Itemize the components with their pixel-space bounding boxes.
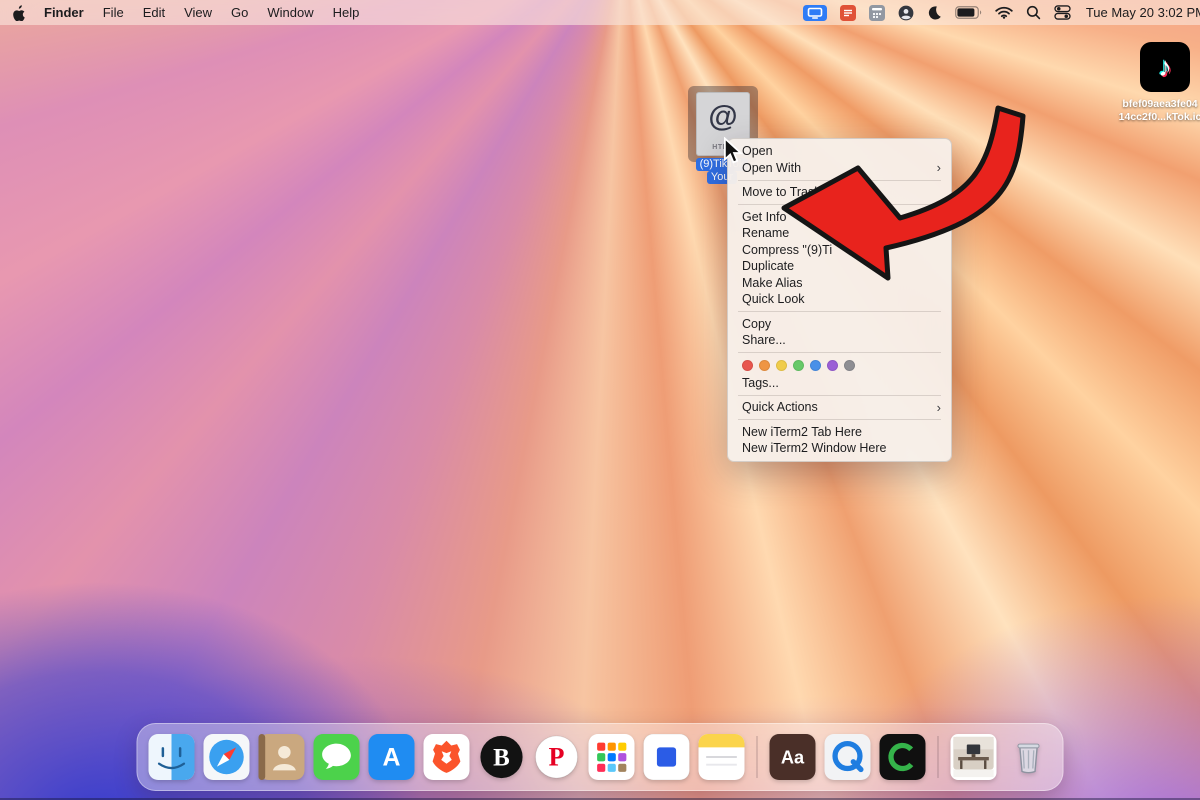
ctx-move-to-trash-label: Move to Trash — [742, 185, 821, 199]
dock-brave-icon[interactable] — [424, 734, 470, 780]
ctx-tags[interactable]: Tags... — [728, 375, 951, 392]
menu-help[interactable]: Help — [333, 5, 360, 20]
ctx-quick-look[interactable]: Quick Look — [728, 291, 951, 308]
tiktok-label-line1: bfef09aea3fe04 — [1104, 98, 1200, 111]
dock-quicktime-icon[interactable] — [825, 734, 871, 780]
account-status-icon[interactable] — [898, 5, 914, 21]
tiktok-label-line2: 14cc2f0...kTok.ic — [1104, 111, 1200, 124]
wallpaper — [0, 0, 1200, 800]
submenu-chevron-icon: › — [937, 401, 941, 414]
dock-desktop-preview-thumbnail[interactable] — [951, 734, 997, 780]
dock-contacts-icon[interactable] — [259, 734, 305, 780]
tag-color-dots — [728, 357, 951, 375]
pinterest-glyph: P — [549, 743, 565, 772]
ctx-new-iterm2-tab[interactable]: New iTerm2 Tab Here — [728, 424, 951, 441]
ctx-get-info[interactable]: Get Info — [728, 209, 951, 226]
dock-trash-icon[interactable] — [1006, 734, 1052, 780]
ctx-get-info-label: Get Info — [742, 210, 786, 224]
dock-app-store-icon[interactable]: A — [369, 734, 415, 780]
submenu-chevron-icon: › — [937, 161, 941, 174]
tag-color-dot[interactable] — [742, 360, 753, 371]
ctx-new-iterm2-window[interactable]: New iTerm2 Window Here — [728, 440, 951, 457]
ctx-quick-look-label: Quick Look — [742, 292, 805, 306]
desktop: Finder File Edit View Go Window Help — [0, 0, 1200, 800]
dock-separator — [757, 736, 758, 778]
dock: A B P Aa — [137, 723, 1064, 791]
menu-bar-status: Tue May 20 3:02 PM — [803, 5, 1200, 21]
menu-bar-left: Finder File Edit View Go Window Help — [0, 5, 359, 21]
focus-moon-icon[interactable] — [927, 5, 942, 20]
tag-color-dot[interactable] — [844, 360, 855, 371]
ctx-tags-label: Tags... — [742, 376, 779, 390]
menu-bar: Finder File Edit View Go Window Help — [0, 0, 1200, 25]
at-glyph: @ — [696, 100, 750, 134]
dock-notes-icon[interactable] — [699, 734, 745, 780]
ctx-rename-label: Rename — [742, 226, 789, 240]
tag-color-dot[interactable] — [827, 360, 838, 371]
ctx-new-iterm2-tab-label: New iTerm2 Tab Here — [742, 425, 862, 439]
menu-bar-clock[interactable]: Tue May 20 3:02 PM — [1084, 5, 1200, 20]
ctx-make-alias-label: Make Alias — [742, 276, 802, 290]
ctx-quick-actions[interactable]: Quick Actions › — [728, 399, 951, 416]
dock-safari-icon[interactable] — [204, 734, 250, 780]
ctx-share[interactable]: Share... — [728, 332, 951, 349]
dock-bing-icon[interactable]: B — [479, 734, 525, 780]
battery-icon[interactable] — [955, 6, 982, 19]
context-menu: Open Open With › Move to Trash Get Info R… — [727, 138, 952, 462]
apple-menu-icon[interactable] — [12, 5, 25, 21]
menu-file[interactable]: File — [103, 5, 124, 20]
ctx-open[interactable]: Open — [728, 143, 951, 160]
ctx-duplicate-label: Duplicate — [742, 259, 794, 273]
wifi-icon[interactable] — [995, 6, 1013, 19]
dictionary-glyph: Aa — [781, 748, 805, 768]
ctx-open-with[interactable]: Open With › — [728, 160, 951, 177]
tiktok-note-icon: ♪ — [1158, 52, 1172, 83]
tiktok-file-icon[interactable]: ♪ — [1140, 42, 1190, 92]
menu-edit[interactable]: Edit — [143, 5, 165, 20]
ctx-open-with-label: Open With — [742, 161, 801, 175]
dock-blue-square-app-icon[interactable] — [644, 734, 690, 780]
tag-color-dot[interactable] — [759, 360, 770, 371]
app-store-glyph: A — [383, 744, 401, 772]
ctx-new-iterm2-window-label: New iTerm2 Window Here — [742, 441, 886, 455]
ctx-rename[interactable]: Rename — [728, 225, 951, 242]
spotlight-search-icon[interactable] — [1026, 5, 1041, 20]
ctx-make-alias[interactable]: Make Alias — [728, 275, 951, 292]
ctx-copy[interactable]: Copy — [728, 316, 951, 333]
calendar-status-icon[interactable] — [869, 5, 885, 21]
recording-status-icon[interactable] — [840, 5, 856, 21]
menu-separator — [738, 311, 941, 312]
ctx-duplicate[interactable]: Duplicate — [728, 258, 951, 275]
ctx-open-label: Open — [742, 144, 773, 158]
menu-app-name[interactable]: Finder — [44, 5, 84, 20]
menu-separator — [738, 419, 941, 420]
ctx-quick-actions-label: Quick Actions — [742, 400, 818, 414]
ctx-share-label: Share... — [742, 333, 786, 347]
bing-glyph: B — [493, 745, 510, 772]
menu-window[interactable]: Window — [267, 5, 313, 20]
tag-color-dot[interactable] — [793, 360, 804, 371]
menu-go[interactable]: Go — [231, 5, 248, 20]
dock-camtasia-icon[interactable] — [880, 734, 926, 780]
dock-finder-icon[interactable] — [149, 734, 195, 780]
ctx-move-to-trash[interactable]: Move to Trash — [728, 184, 951, 201]
menu-separator — [738, 204, 941, 205]
tag-color-dot[interactable] — [776, 360, 787, 371]
ctx-compress[interactable]: Compress "(9)Ti — [728, 242, 951, 259]
control-center-icon[interactable] — [1054, 5, 1071, 20]
ctx-copy-label: Copy — [742, 317, 771, 331]
tiktok-file-label: bfef09aea3fe04 14cc2f0...kTok.ic — [1104, 98, 1200, 124]
dock-dictionary-icon[interactable]: Aa — [770, 734, 816, 780]
dock-messages-icon[interactable] — [314, 734, 360, 780]
tag-color-dot[interactable] — [810, 360, 821, 371]
dock-separator — [938, 736, 939, 778]
menu-separator — [738, 352, 941, 353]
menu-separator — [738, 395, 941, 396]
dock-pinterest-icon[interactable]: P — [534, 734, 580, 780]
screen-mirroring-badge-icon[interactable] — [803, 5, 827, 21]
menu-view[interactable]: View — [184, 5, 212, 20]
ctx-compress-label: Compress "(9)Ti — [742, 243, 832, 257]
menu-separator — [738, 180, 941, 181]
dock-color-grid-app-icon[interactable] — [589, 734, 635, 780]
